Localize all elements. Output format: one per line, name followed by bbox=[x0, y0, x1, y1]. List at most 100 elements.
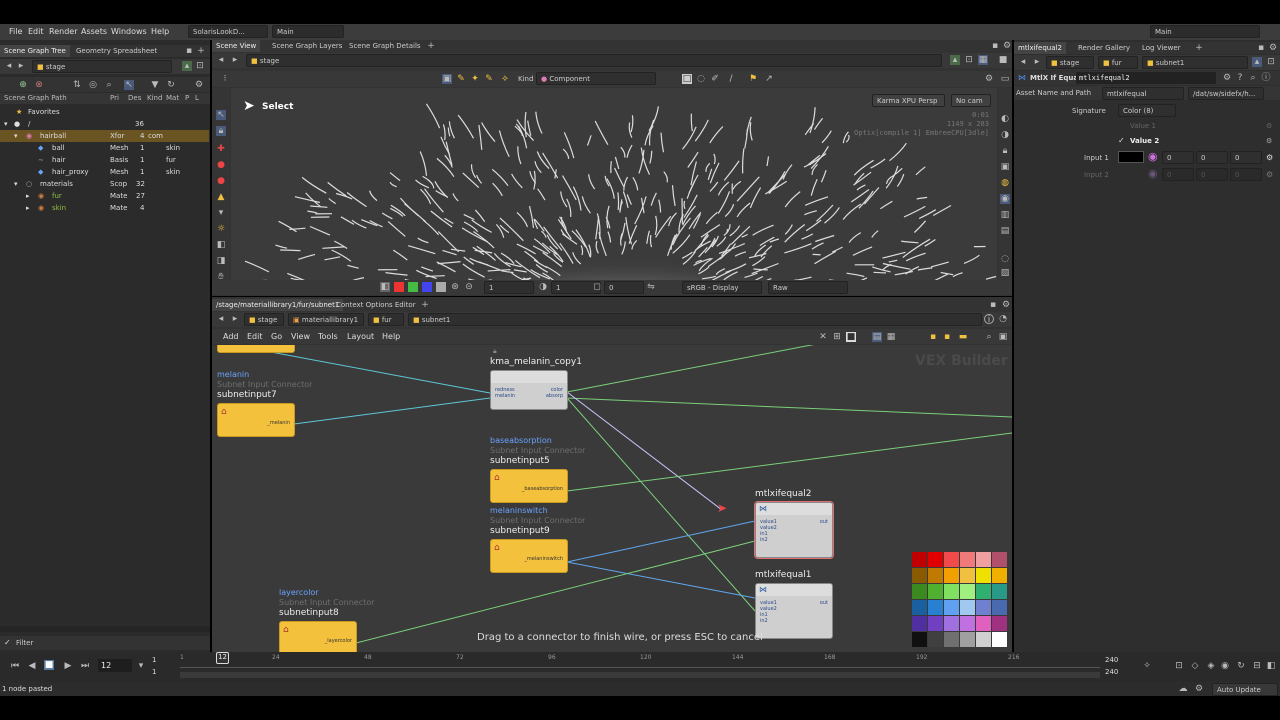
node-if1-name[interactable]: mtlxifequal1 bbox=[755, 570, 812, 580]
crumb-subnet[interactable]: ■ subnet1 bbox=[408, 313, 982, 326]
scale-tool-icon[interactable]: ● bbox=[216, 176, 226, 186]
auto-update-select[interactable]: Auto Update bbox=[1212, 683, 1278, 696]
tree-row-favorites[interactable]: ★ Favorites bbox=[0, 106, 209, 118]
display-options-icon[interactable]: ⚙ bbox=[984, 74, 994, 84]
rotate-tool-icon[interactable]: ● bbox=[216, 160, 226, 170]
move-icon[interactable]: ✎ bbox=[456, 74, 466, 84]
col-mat[interactable]: Mat bbox=[166, 94, 179, 102]
alpha-channel-icon[interactable] bbox=[436, 282, 446, 292]
tab-log-viewer[interactable]: Log Viewer bbox=[1138, 42, 1185, 54]
node-subnetinput5[interactable]: ⌂ _baseabsorption bbox=[490, 469, 568, 503]
key-icon[interactable]: ◇ bbox=[1190, 661, 1200, 671]
tab-render-gallery[interactable]: Render Gallery bbox=[1074, 42, 1134, 54]
back-icon[interactable]: ◂ bbox=[216, 314, 226, 324]
sticky-note-icon[interactable]: ▪ bbox=[942, 332, 952, 342]
view-tool-icon[interactable]: ◨ bbox=[216, 256, 226, 266]
add-tab-icon[interactable]: + bbox=[426, 41, 436, 51]
input1-gear-icon[interactable]: ⚙ bbox=[1266, 153, 1273, 162]
update-mode-icon[interactable]: ⚙ bbox=[1194, 684, 1204, 694]
node-partial-top[interactable] bbox=[217, 345, 295, 353]
color-palette[interactable] bbox=[912, 552, 1009, 649]
node-subnetinput7[interactable]: ⌂ _melanin bbox=[217, 403, 295, 437]
palette-swatch[interactable] bbox=[944, 616, 959, 631]
range-slider[interactable] bbox=[180, 672, 1100, 678]
net-menu-add[interactable]: Add bbox=[223, 332, 239, 341]
param-crumb-subnet[interactable]: ■ subnet1 bbox=[1142, 56, 1248, 69]
pin-icon[interactable]: ▴ bbox=[182, 61, 192, 71]
note-icon[interactable]: ▪ bbox=[928, 332, 938, 342]
tab-context-options[interactable]: Context Options Editor bbox=[332, 299, 420, 311]
render-icon[interactable]: ◉ bbox=[1000, 194, 1010, 204]
tab-scene-view[interactable]: Scene View bbox=[212, 40, 261, 52]
palette-swatch[interactable] bbox=[944, 584, 959, 599]
translate-tool-icon[interactable]: ✚ bbox=[216, 144, 226, 154]
box-icon[interactable]: ■ bbox=[846, 332, 856, 342]
grid-view-icon[interactable]: ▦ bbox=[886, 332, 896, 342]
close-icon[interactable]: ▪ bbox=[184, 46, 194, 56]
input1-r[interactable]: 0 bbox=[1162, 151, 1194, 164]
menu-assets[interactable]: Assets bbox=[81, 27, 107, 36]
palette-swatch[interactable] bbox=[928, 632, 943, 647]
node-name-field[interactable]: mtlxifequal2 bbox=[1076, 72, 1216, 84]
gear-icon[interactable]: ⚙ bbox=[1222, 73, 1232, 83]
camera-tool-icon[interactable]: ◧ bbox=[216, 240, 226, 250]
palette-swatch[interactable] bbox=[912, 584, 927, 599]
shading-icon[interactable]: ▥ bbox=[1000, 210, 1010, 220]
asset-path-select[interactable]: /dat/sw/sidefx/h... bbox=[1188, 87, 1264, 100]
pose-tool-icon[interactable]: ▲ bbox=[216, 192, 226, 202]
palette-swatch[interactable] bbox=[928, 600, 943, 615]
list-view-icon[interactable]: ▤ bbox=[872, 332, 882, 342]
palette-swatch[interactable] bbox=[992, 552, 1007, 567]
vis-icon[interactable]: ◌ bbox=[1000, 254, 1010, 264]
palette-swatch[interactable] bbox=[912, 632, 927, 647]
value2-toggle[interactable]: Value 2 bbox=[1130, 137, 1159, 145]
crumb-materiallibrary[interactable]: ▣ materiallibrary1 bbox=[288, 313, 364, 326]
net-menu-view[interactable]: View bbox=[291, 332, 310, 341]
layout-icon[interactable]: ▦ bbox=[978, 55, 988, 65]
palette-swatch[interactable] bbox=[976, 584, 991, 599]
search-icon[interactable]: ⌕ bbox=[104, 80, 114, 90]
tab-geometry-spreadsheet[interactable]: Geometry Spreadsheet bbox=[72, 45, 161, 57]
palette-swatch[interactable] bbox=[912, 616, 927, 631]
filter-check-icon[interactable]: ✓ bbox=[4, 638, 11, 647]
secure-icon[interactable]: ⚑ bbox=[748, 74, 758, 84]
sound-icon[interactable]: ⊟ bbox=[1252, 661, 1262, 671]
port-melaninswitch[interactable]: _melaninswitch bbox=[524, 556, 563, 562]
input1-g[interactable]: 0 bbox=[1196, 151, 1228, 164]
range-start-2[interactable]: 1 bbox=[152, 668, 156, 676]
forward-icon[interactable]: ▸ bbox=[1032, 57, 1042, 67]
port-out[interactable]: out bbox=[820, 600, 828, 606]
node-melanin-name[interactable]: subnetinput7 bbox=[217, 390, 277, 400]
col-p[interactable]: P bbox=[185, 94, 189, 102]
menu-file[interactable]: File bbox=[9, 27, 22, 36]
grid-menu-icon[interactable]: ⁝ bbox=[220, 74, 230, 84]
renderer-select[interactable]: Karma XPU Persp bbox=[872, 94, 945, 107]
light-icon[interactable]: ◍ bbox=[1000, 178, 1010, 188]
node-base-name[interactable]: subnetinput5 bbox=[490, 456, 550, 466]
jump-start-icon[interactable]: ⏮ bbox=[10, 661, 20, 671]
filter-icon[interactable]: ▼ bbox=[150, 80, 160, 90]
timeline-ruler[interactable]: 1 24 48 72 96 120 144 168 192 216 bbox=[180, 654, 1100, 668]
port-layercolor[interactable]: _layercolor bbox=[325, 638, 352, 644]
port-in2[interactable]: in2 bbox=[760, 537, 768, 543]
frame-marker[interactable]: 12 bbox=[216, 652, 229, 664]
palette-swatch[interactable] bbox=[992, 616, 1007, 631]
close-icon[interactable]: ▪ bbox=[1256, 43, 1266, 53]
link-icon[interactable]: ◔ bbox=[998, 314, 1008, 324]
viewport[interactable]: ➤ Select Karma XPU Persp No cam 0:01 114… bbox=[231, 88, 997, 280]
tab-scene-graph-layers[interactable]: Scene Graph Layers bbox=[268, 40, 346, 52]
stop-icon[interactable]: ■ bbox=[44, 660, 54, 670]
tree-row-hairball[interactable]: ▾ ◉ hairball Xfor 4 com bbox=[0, 130, 209, 142]
crumb-stage[interactable]: ■ stage bbox=[244, 313, 284, 326]
lasso-icon[interactable]: ◌ bbox=[696, 74, 706, 84]
network-canvas[interactable]: VEX Builder ➤ melanin Subnet Input Conne… bbox=[212, 345, 1012, 652]
rotate-icon[interactable]: ✦ bbox=[470, 74, 480, 84]
net-menu-layout[interactable]: Layout bbox=[347, 332, 374, 341]
tab-parameters[interactable]: mtlxifequal2 bbox=[1014, 42, 1066, 54]
tree-row-root[interactable]: ▾ ●/36 bbox=[0, 118, 209, 130]
camera-select[interactable]: No cam bbox=[951, 94, 991, 107]
background-icon[interactable]: ▤ bbox=[1000, 226, 1010, 236]
tab-scene-graph-details[interactable]: Scene Graph Details bbox=[345, 40, 425, 52]
search-icon[interactable]: ⌕ bbox=[1248, 73, 1258, 83]
display-icon[interactable]: ◐ bbox=[1000, 114, 1010, 124]
